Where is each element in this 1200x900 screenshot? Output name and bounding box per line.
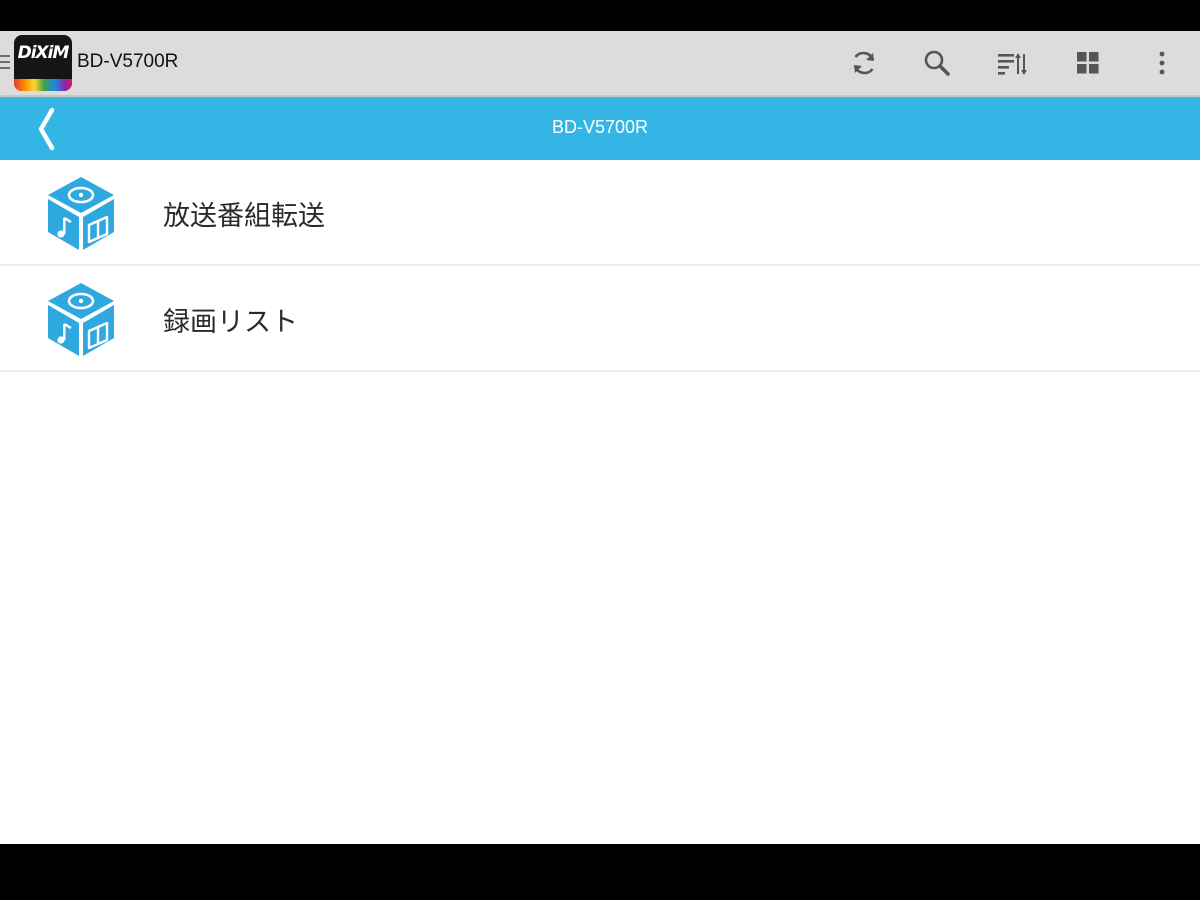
media-cube-icon	[48, 283, 114, 356]
app-title: BD-V5700R	[77, 51, 179, 72]
overflow-menu-button[interactable]	[1140, 41, 1184, 85]
app-logo[interactable]: DiXiM	[14, 35, 72, 91]
refresh-button[interactable]	[842, 41, 886, 85]
sort-icon	[998, 53, 1027, 75]
action-bar: DiXiM BD-V5700R	[0, 31, 1200, 97]
grid-view-icon	[1077, 52, 1099, 74]
list-item-recording-list[interactable]: 録画リスト	[0, 266, 1200, 372]
list-item-label: 放送番組転送	[163, 201, 325, 232]
grid-view-button[interactable]	[1066, 41, 1110, 85]
header-title: BD-V5700R	[551, 117, 649, 137]
status-bar	[0, 0, 1200, 31]
header-bar: BD-V5700R	[0, 97, 1200, 160]
overflow-menu-icon	[1159, 51, 1165, 75]
list-item-broadcast-transfer[interactable]: 放送番組転送	[0, 160, 1200, 266]
logo-rainbow-stripe	[14, 79, 72, 91]
content-list: 放送番組転送 録画リスト	[0, 160, 1200, 844]
navigation-bar	[0, 844, 1200, 900]
refresh-icon	[853, 51, 875, 75]
drawer-icon[interactable]	[0, 55, 10, 71]
media-cube-icon	[48, 177, 114, 250]
list-item-label: 録画リスト	[163, 307, 298, 338]
search-icon	[924, 50, 950, 76]
search-button[interactable]	[915, 41, 959, 85]
app-logo-text: DiXiM	[17, 43, 70, 63]
sort-button[interactable]	[990, 41, 1034, 85]
